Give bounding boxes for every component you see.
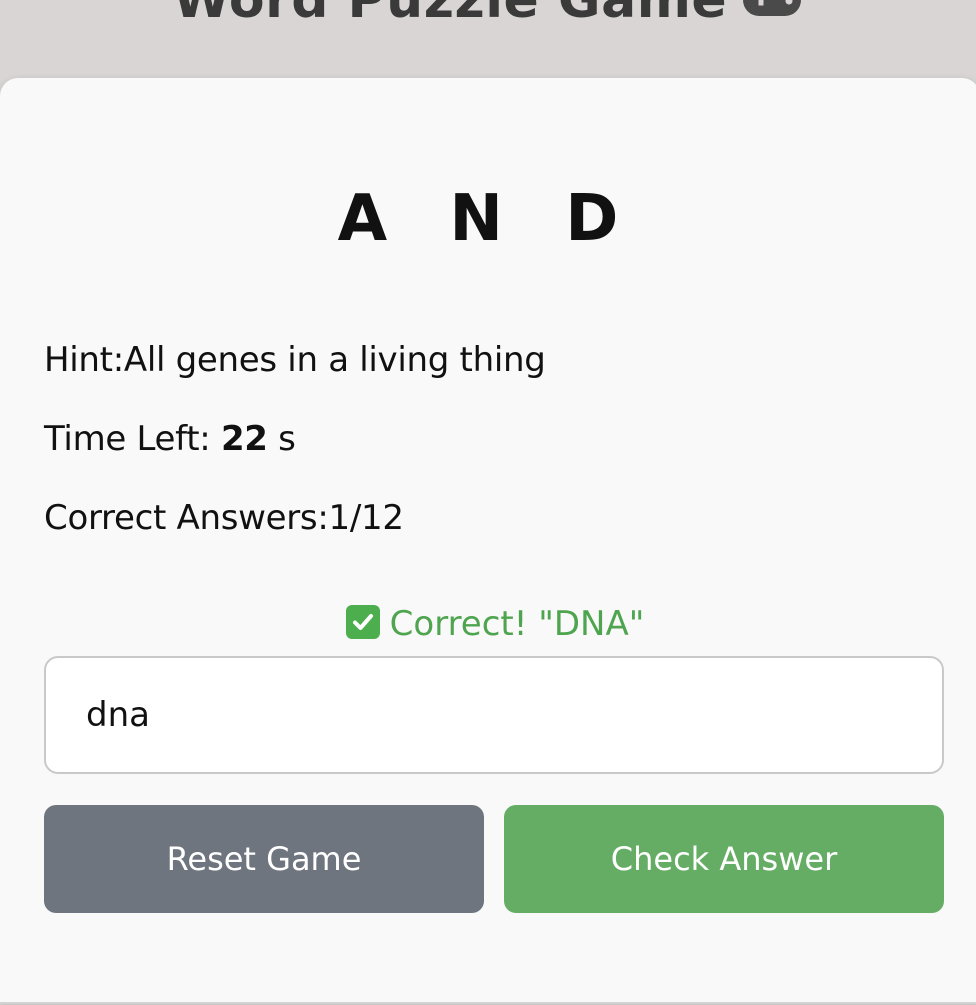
feedback-text: Correct! "DNA" bbox=[389, 604, 645, 644]
answer-input[interactable] bbox=[44, 656, 944, 774]
check-answer-button[interactable]: Check Answer bbox=[504, 805, 944, 913]
correct-answers-label: Correct Answers: bbox=[44, 498, 329, 538]
hint-label: Hint: bbox=[44, 340, 124, 380]
scrambled-word: A N D bbox=[337, 182, 639, 256]
time-left-label: Time Left: bbox=[44, 419, 221, 459]
feedback-message: Correct! "DNA" bbox=[0, 604, 976, 644]
timer-value: 22 bbox=[220, 419, 268, 459]
hint-line: Hint:All genes in a living thing bbox=[44, 340, 546, 380]
correct-answers-line: Correct Answers:1/12 bbox=[44, 498, 404, 538]
page-header: Word Puzzle Game bbox=[0, 0, 976, 80]
game-card: A N D Hint:All genes in a living thing T… bbox=[0, 78, 976, 1004]
time-left-line: Time Left: 22 s bbox=[44, 419, 296, 459]
gamepad-icon bbox=[741, 0, 803, 33]
reset-game-button[interactable]: Reset Game bbox=[44, 805, 484, 913]
check-mark-icon bbox=[345, 605, 380, 639]
time-unit: s bbox=[267, 419, 296, 459]
hint-text: All genes in a living thing bbox=[123, 340, 546, 380]
page-title: Word Puzzle Game bbox=[172, 0, 728, 30]
page-heading: Word Puzzle Game bbox=[0, 0, 976, 33]
correct-answers-count: 1/12 bbox=[328, 498, 404, 538]
